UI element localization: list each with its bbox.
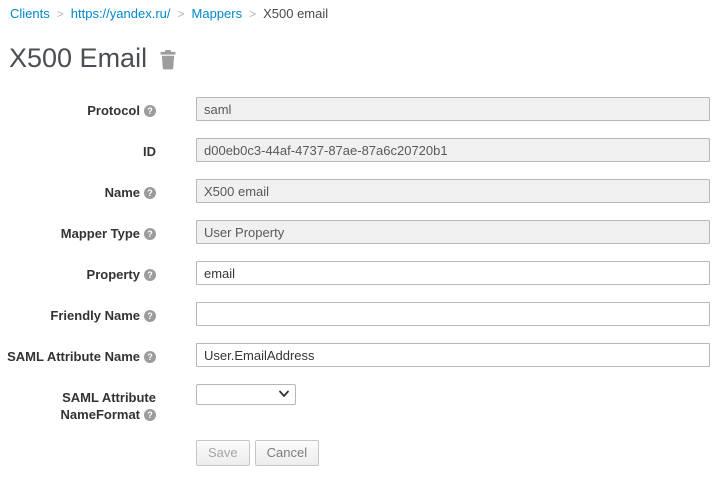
breadcrumb-current-item: X500 email bbox=[263, 6, 328, 21]
form-group-saml-attribute-nameformat: SAML Attribute NameFormat? bbox=[0, 384, 716, 423]
friendly-name-label: Friendly Name? bbox=[0, 302, 156, 324]
help-icon[interactable]: ? bbox=[144, 351, 156, 363]
saml-attribute-name-label: SAML Attribute Name? bbox=[0, 343, 156, 365]
form-group-saml-attribute-name: SAML Attribute Name? bbox=[0, 343, 716, 367]
breadcrumb-clients-link[interactable]: Clients bbox=[10, 6, 50, 21]
help-icon[interactable]: ? bbox=[144, 228, 156, 240]
protocol-input bbox=[196, 97, 710, 121]
form-group-friendly-name: Friendly Name? bbox=[0, 302, 716, 326]
form-buttons: Save Cancel bbox=[196, 440, 716, 466]
breadcrumb-separator: > bbox=[57, 7, 64, 21]
protocol-label: Protocol? bbox=[0, 97, 156, 119]
breadcrumb-client-link[interactable]: https://yandex.ru/ bbox=[71, 6, 171, 21]
form-group-name: Name? bbox=[0, 179, 716, 203]
form-group-mapper-type: Mapper Type? bbox=[0, 220, 716, 244]
mapper-type-label-text: Mapper Type bbox=[61, 226, 140, 241]
mapper-form: Protocol? ID Name? Mapper Type? Property bbox=[0, 97, 716, 466]
mapper-type-input bbox=[196, 220, 710, 244]
protocol-label-text: Protocol bbox=[87, 103, 140, 118]
friendly-name-label-text: Friendly Name bbox=[50, 308, 140, 323]
breadcrumb-separator: > bbox=[249, 7, 256, 21]
form-group-property: Property? bbox=[0, 261, 716, 285]
help-icon[interactable]: ? bbox=[144, 105, 156, 117]
mapper-detail-page: Clients > https://yandex.ru/ > Mappers > X500 … bbox=[0, 0, 716, 466]
form-group-id: ID bbox=[0, 138, 716, 162]
saml-attribute-nameformat-select-wrap bbox=[196, 384, 296, 405]
breadcrumb-separator: > bbox=[178, 7, 185, 21]
svg-text:?: ? bbox=[147, 270, 153, 280]
trash-icon bbox=[160, 58, 176, 73]
svg-text:?: ? bbox=[147, 188, 153, 198]
breadcrumb-mappers-link[interactable]: Mappers bbox=[192, 6, 243, 21]
page-header: X500 Email bbox=[0, 43, 716, 74]
id-label-text: ID bbox=[143, 144, 156, 159]
cancel-button[interactable]: Cancel bbox=[255, 440, 319, 466]
save-button[interactable]: Save bbox=[196, 440, 250, 466]
svg-text:?: ? bbox=[147, 229, 153, 239]
friendly-name-input-col bbox=[196, 302, 710, 326]
svg-text:?: ? bbox=[147, 311, 153, 321]
saml-attribute-name-input-col bbox=[196, 343, 710, 367]
name-label-text: Name bbox=[105, 185, 140, 200]
help-icon[interactable]: ? bbox=[144, 187, 156, 199]
id-label: ID bbox=[0, 138, 156, 160]
form-group-protocol: Protocol? bbox=[0, 97, 716, 121]
name-input-col bbox=[196, 179, 710, 203]
help-icon[interactable]: ? bbox=[144, 310, 156, 322]
saml-attribute-nameformat-input-col bbox=[196, 384, 710, 405]
saml-attribute-nameformat-label-text: SAML Attribute NameFormat bbox=[61, 390, 156, 422]
friendly-name-input[interactable] bbox=[196, 302, 710, 326]
svg-text:?: ? bbox=[147, 106, 153, 116]
page-title: X500 Email bbox=[9, 43, 147, 74]
svg-text:?: ? bbox=[147, 410, 153, 420]
breadcrumb: Clients > https://yandex.ru/ > Mappers > X500 … bbox=[0, 0, 716, 22]
protocol-input-col bbox=[196, 97, 710, 121]
saml-attribute-nameformat-select[interactable] bbox=[196, 384, 296, 405]
property-input[interactable] bbox=[196, 261, 710, 285]
mapper-type-input-col bbox=[196, 220, 710, 244]
delete-mapper-button[interactable] bbox=[160, 50, 176, 70]
saml-attribute-name-input[interactable] bbox=[196, 343, 710, 367]
mapper-type-label: Mapper Type? bbox=[0, 220, 156, 242]
name-input bbox=[196, 179, 710, 203]
name-label: Name? bbox=[0, 179, 156, 201]
property-label-text: Property bbox=[87, 267, 140, 282]
property-input-col bbox=[196, 261, 710, 285]
saml-attribute-nameformat-label: SAML Attribute NameFormat? bbox=[0, 384, 156, 423]
saml-attribute-name-label-text: SAML Attribute Name bbox=[7, 349, 140, 364]
help-icon[interactable]: ? bbox=[144, 409, 156, 421]
property-label: Property? bbox=[0, 261, 156, 283]
svg-text:?: ? bbox=[147, 352, 153, 362]
help-icon[interactable]: ? bbox=[144, 269, 156, 281]
id-input-col bbox=[196, 138, 710, 162]
id-input bbox=[196, 138, 710, 162]
